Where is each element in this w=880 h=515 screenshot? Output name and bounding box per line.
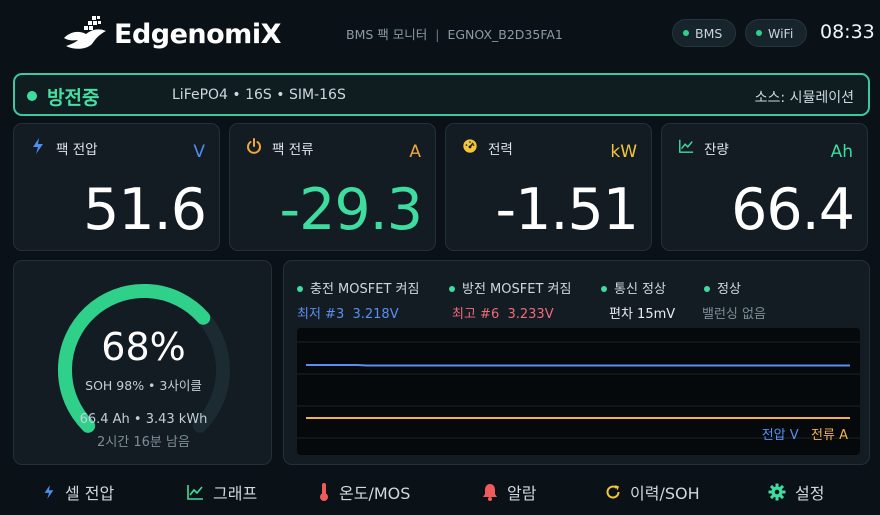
nav-cell-voltage[interactable]: 셀 전압 [42,474,114,510]
metric-unit: A [409,142,421,162]
trend-chart: 전압 V 전류 A [297,328,860,455]
metric-value: -1.51 [495,177,639,243]
nav-settings[interactable]: 설정 [768,474,824,510]
nav-graph[interactable]: 그래프 [186,474,257,510]
status-dot-icon [449,285,455,292]
indicator-label: 정상 [717,282,741,297]
data-source: 소스: 시뮬레이션 [754,90,854,106]
metric-unit: kW [610,142,637,162]
dna-bird-icon [64,16,106,49]
soc-percent: 68% [101,325,186,369]
power-icon [247,138,261,154]
metric-value: 66.4 [731,177,855,243]
chart-legend: 전압 V 전류 A [762,424,848,443]
health-indicator: 정상 [704,278,741,297]
pack-voltage-card: 팩 전압 V 51.6 [13,123,220,251]
pack-current-card: 팩 전류 A -29.3 [229,123,436,251]
max-cell-label: 최고 #6 [452,307,500,322]
metric-unit: V [193,142,205,162]
metric-unit: Ah [830,142,853,162]
metric-label: 잔량 [704,142,729,158]
battery-state: 방전중 [47,87,100,109]
balancing-status: 밸런싱 없음 [702,307,766,322]
metric-value: 51.6 [83,177,207,243]
bell-icon [482,483,498,501]
soh-cycles: SOH 98% • 3사이클 [85,378,202,393]
wifi-status-pill[interactable]: WiFi [745,19,807,47]
bms-label: BMS [695,25,723,41]
wifi-label: WiFi [768,25,794,41]
status-dot-icon [756,30,762,36]
chart-line-icon [679,139,694,153]
voltage-series-line [306,364,850,367]
trend-panel: 충전 MOSFET 켜짐 방전 MOSFET 켜짐 통신 정상 정상 최저 #3… [283,260,870,465]
charge-mosfet-indicator: 충전 MOSFET 켜짐 [297,278,419,297]
nav-temp-mos[interactable]: 온도/MOS [318,474,410,510]
thermometer-icon [318,482,330,502]
nav-label: 그래프 [213,484,258,503]
nav-label: 온도/MOS [339,484,411,503]
min-cell-label: 최저 #3 [297,307,345,322]
brand-name: EdgenomiX [114,18,281,50]
bms-status-pill[interactable]: BMS [672,19,736,47]
legend-current: 전류 A [811,428,848,443]
discharge-mosfet-indicator: 방전 MOSFET 켜짐 [449,278,571,297]
nav-label: 이력/SOH [630,484,700,503]
refresh-icon [605,484,621,500]
indicator-label: 방전 MOSFET 켜짐 [462,282,572,297]
comm-indicator: 통신 정상 [601,278,666,297]
metric-label: 팩 전압 [56,142,98,158]
device-title: BMS 팩 모니터 [346,27,428,42]
min-cell-value: 3.218V [352,307,399,322]
time-remaining: 2시간 16분 남음 [97,435,190,450]
nav-label: 설정 [795,484,825,503]
brand-logo: EdgenomiX [62,12,292,56]
min-cell: 최저 #3 3.218V [297,303,399,322]
max-cell-value: 3.233V [507,307,554,322]
nav-label: 알람 [507,484,537,503]
indicator-label: 통신 정상 [614,282,666,297]
clock: 08:33 [820,21,875,43]
remaining-capacity-card: 잔량 Ah 66.4 [661,123,868,251]
cell-delta: 편차 15mV [609,307,676,322]
device-info: BMS 팩 모니터 | EGNOX_B2D35FA1 [346,27,563,42]
capacity-energy: 66.4 Ah • 3.43 kWh [79,412,208,427]
status-dot-icon [297,285,303,292]
status-bar: 방전중 LiFePO4 • 16S • SIM-16S 소스: 시뮬레이션 [13,73,870,116]
status-dot-icon [27,91,37,101]
status-dot-icon [601,285,607,292]
pack-info: LiFePO4 • 16S • SIM-16S [172,87,346,103]
header: EdgenomiX BMS 팩 모니터 | EGNOX_B2D35FA1 BMS W… [0,0,880,66]
legend-voltage: 전압 V [761,428,799,443]
device-id: EGNOX_B2D35FA1 [447,27,563,42]
nav-label: 셀 전압 [65,484,115,503]
power-card: 전력 kW -1.51 [445,123,652,251]
nav-alarm[interactable]: 알람 [482,474,536,510]
gear-icon [768,483,786,501]
status-dot-icon [704,285,710,292]
metric-value: -29.3 [279,177,423,243]
metric-label: 팩 전류 [272,142,314,158]
chart-line-icon [186,483,204,501]
gauge-icon [463,139,477,153]
soc-panel: 68% SOH 98% • 3사이클 66.4 Ah • 3.43 kWh 2시… [13,260,272,465]
status-dot-icon [683,30,689,36]
max-cell: 최고 #6 3.233V [452,303,554,322]
nav-history-soh[interactable]: 이력/SOH [605,474,700,510]
bolt-icon [33,138,43,154]
indicator-label: 충전 MOSFET 켜짐 [310,282,420,297]
metric-label: 전력 [488,142,513,158]
bolt-icon [42,483,56,501]
